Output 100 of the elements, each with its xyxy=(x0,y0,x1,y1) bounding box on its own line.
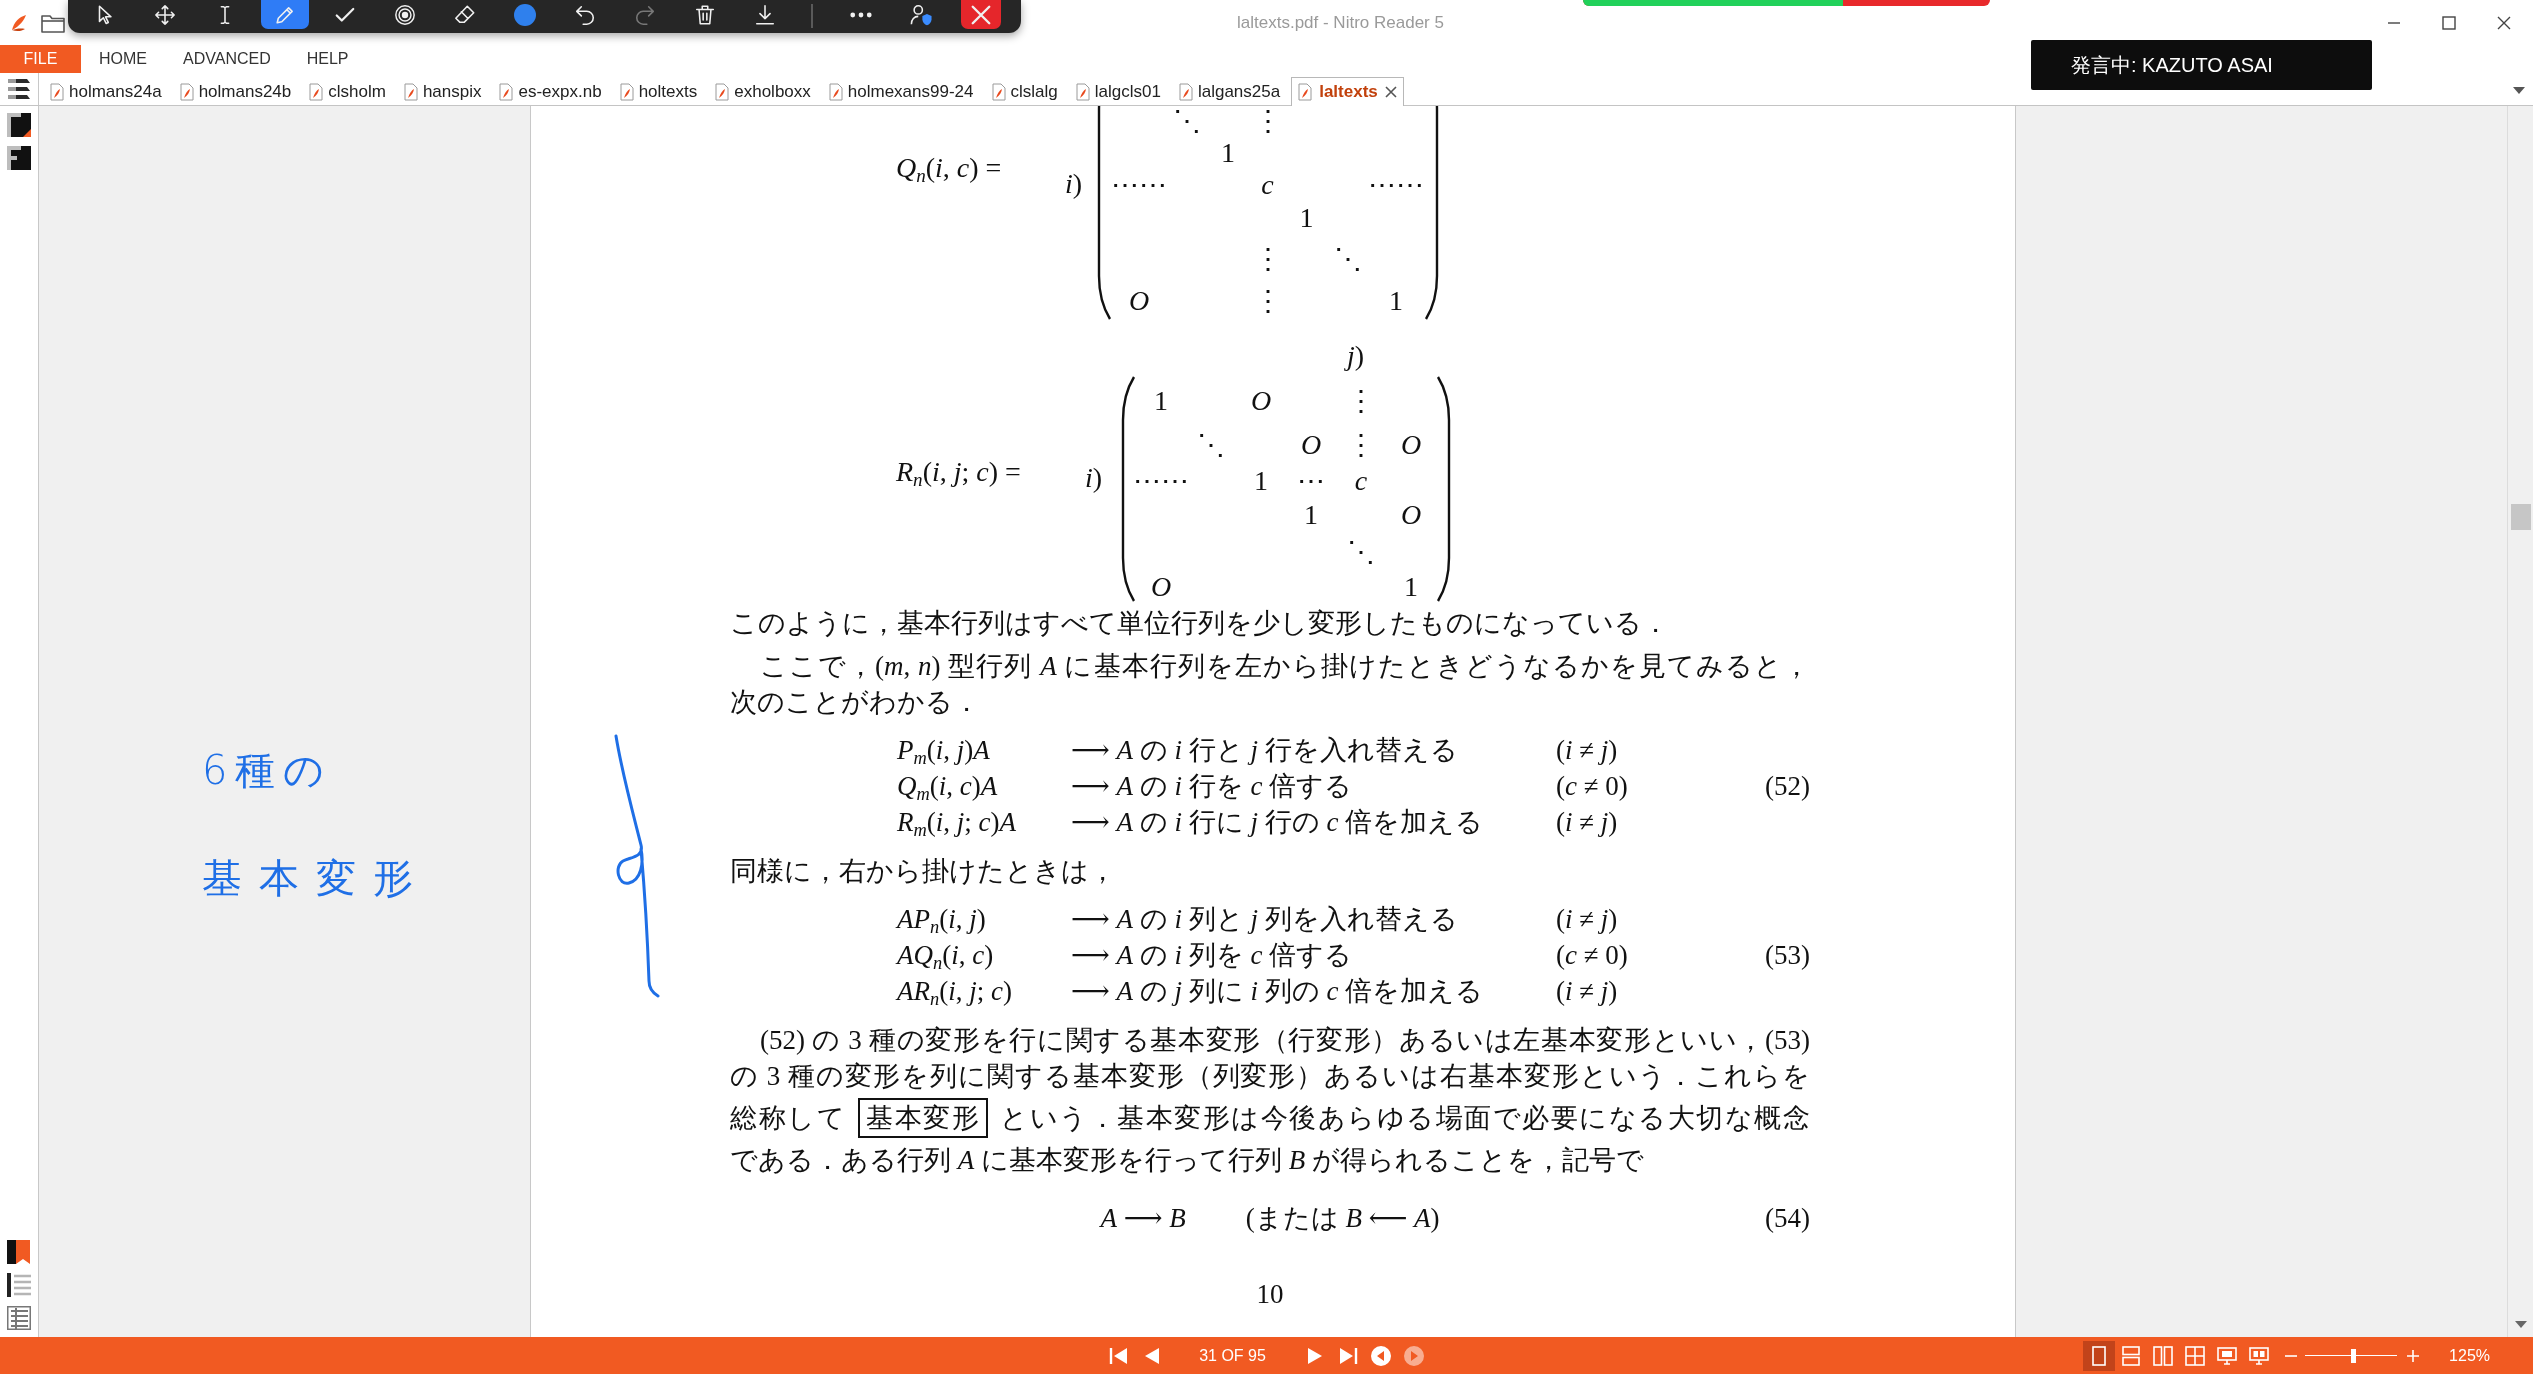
paragraph-text: ここで，(m, n) 型行列 A に基本行列を左から掛けたときどうなるかを見てみると， xyxy=(759,651,1810,681)
document-tab[interactable]: clsholm xyxy=(302,77,393,105)
pdf-file-icon xyxy=(1075,82,1090,101)
matrix-entry: c xyxy=(1354,465,1368,496)
handwritten-note: 基本変形 xyxy=(202,854,430,903)
menu-tab[interactable]: HOME xyxy=(81,45,165,73)
stacked-bars-icon[interactable] xyxy=(7,78,31,100)
document-tab[interactable]: exholboxx xyxy=(708,77,818,105)
two-pages-icon xyxy=(2153,1345,2174,1366)
first-page-icon[interactable] xyxy=(1109,1345,1130,1366)
bookmark-icon[interactable] xyxy=(7,1240,31,1264)
framed-keyword: 基本変形 xyxy=(858,1098,989,1138)
matrix-entry: ⋯⋯ xyxy=(1133,465,1189,496)
last-page-icon[interactable] xyxy=(1337,1345,1358,1366)
matrix-entry: O xyxy=(1300,430,1322,460)
matrix-entry: O xyxy=(1400,499,1422,530)
matrix-entry: ⋱ xyxy=(1347,537,1375,567)
equation-lhs: P$_{m}$(i, j)A xyxy=(897,734,991,768)
document-tab[interactable]: es-expx.nb xyxy=(492,77,609,105)
equation-number: (52) xyxy=(1765,770,1810,803)
zoom-slider-thumb[interactable] xyxy=(2350,1348,2356,1363)
folder-icon[interactable] xyxy=(41,12,65,33)
matrix-entry: 1 xyxy=(1389,286,1403,316)
caret-down-icon[interactable] xyxy=(2513,87,2525,95)
paragraph-text: という．基本変形は今後あらゆる場面で必要になる大切な概念 xyxy=(1000,1103,1810,1133)
window-title: laltexts.pdf - Nitro Reader 5 xyxy=(1237,12,1444,33)
equation-condition: (i ≠ j) xyxy=(1556,806,1619,839)
pdf-file-icon xyxy=(50,82,64,101)
document-tab[interactable]: laltexts xyxy=(1291,77,1404,106)
user-shield-icon xyxy=(910,3,932,26)
zoom-in-icon[interactable] xyxy=(2407,1349,2420,1362)
matrix-entry: ⋮ xyxy=(1253,244,1282,274)
dark-page-icon[interactable] xyxy=(7,113,31,137)
equation-rhs: ⟶ A の i 列を c 倍する xyxy=(1071,939,1354,972)
grid-pages-icon xyxy=(2185,1345,2206,1366)
pdf-file-icon xyxy=(403,82,418,101)
matrix-entry: ⋮ xyxy=(1253,106,1282,136)
equation-condition: (i ≠ j) xyxy=(1556,903,1619,936)
document-tab[interactable]: lalgcls01 xyxy=(1068,77,1168,105)
vertical-scrollbar[interactable] xyxy=(2507,106,2533,1337)
pdf-file-icon xyxy=(179,82,194,101)
paragraph-text: このように，基本行列はすべて単位行列を少し変形したものになっている． xyxy=(730,608,1669,638)
download-icon xyxy=(754,3,776,26)
document-tab[interactable]: holmans24b xyxy=(172,77,299,105)
equation-lhs: Q$_{m}$(i, c)A xyxy=(897,770,999,804)
more-icon xyxy=(850,11,872,18)
matrix-entry: 1 xyxy=(1154,385,1168,416)
menu-tab[interactable]: HELP xyxy=(288,45,367,73)
paragraph-text: 総称して xyxy=(730,1103,847,1133)
page-indicator: 31 OF 95 xyxy=(1199,1346,1266,1365)
monitor-icon xyxy=(2217,1345,2238,1366)
pdf-file-icon xyxy=(1298,83,1313,101)
document-tab[interactable]: holmans24a xyxy=(43,77,169,105)
scroll-down-icon[interactable] xyxy=(2514,1321,2527,1329)
equation-rhs: ⟶ A の i 列と j 列を入れ替える xyxy=(1071,903,1459,936)
zoom-level: 125% xyxy=(2449,1346,2490,1365)
paragraph-text: 同様に，右から掛けたときは， xyxy=(730,856,1116,886)
equation-rhs: ⟶ A の j 列に i 列の c 倍を加える xyxy=(1071,975,1485,1008)
equation-lhs: AP$_{n}$(i, j) xyxy=(897,903,987,937)
document-tab[interactable]: hanspix xyxy=(396,77,489,105)
matrix-entry: O xyxy=(1250,385,1272,416)
close-toolbar-button[interactable] xyxy=(961,0,1001,29)
equation-condition: (i ≠ j) xyxy=(1556,975,1619,1008)
matrix-entry: ⋯⋯ xyxy=(1368,170,1424,200)
equation-number: (53) xyxy=(1765,939,1810,972)
equation-label: R$_{n}$(i, j; c) = xyxy=(896,455,1022,490)
page-number: 10 xyxy=(1256,1279,1284,1309)
close-window-icon[interactable] xyxy=(2497,15,2511,30)
table-list-icon[interactable] xyxy=(7,1306,31,1330)
maximize-icon[interactable] xyxy=(2442,15,2456,30)
list-icon[interactable] xyxy=(7,1273,31,1297)
matrix-entry: ⋮ xyxy=(1347,430,1375,460)
matrix-entry: 1 xyxy=(1221,138,1235,168)
matrix-entry: ⋯⋯ xyxy=(1111,170,1167,200)
pen-tool-button[interactable] xyxy=(261,0,309,29)
matrix-entry: 1 xyxy=(1299,203,1314,233)
paragraph-text: である．ある行列 A に基本変形を行って行列 B が得られることを，記号で xyxy=(730,1145,1644,1175)
dark-panel-icon[interactable] xyxy=(7,146,31,170)
formula-text: (または B ⟵ A) xyxy=(1245,1202,1440,1235)
equation-rhs: ⟶ A の i 行と j 行を入れ替える xyxy=(1071,734,1459,767)
zoom-out-icon[interactable] xyxy=(2285,1354,2298,1357)
tab-close-icon[interactable] xyxy=(1384,86,1397,98)
document-tab[interactable]: lalgans25a xyxy=(1171,77,1288,105)
document-tab[interactable]: holmexans99-24 xyxy=(821,77,981,105)
matrix-entry: ⋯ xyxy=(1297,465,1325,496)
document-tab[interactable]: clslalg xyxy=(984,77,1065,105)
matrix-entry: ⋱ xyxy=(1172,106,1201,136)
matrix-entry: 1 xyxy=(1304,499,1318,530)
formula-text: A ⟶ B xyxy=(1100,1202,1186,1235)
equation-condition: (c ≠ 0) xyxy=(1556,770,1628,803)
monitor-pages-icon xyxy=(2249,1345,2270,1366)
scrollbar-thumb[interactable] xyxy=(2510,504,2531,530)
document-tab[interactable]: holtexts xyxy=(612,77,705,105)
menu-tab[interactable]: ADVANCED xyxy=(165,45,289,73)
redo-icon xyxy=(634,3,656,26)
matrix-entry: 1 xyxy=(1254,465,1268,496)
move-arrows-icon xyxy=(154,3,176,26)
pdf-file-icon xyxy=(309,82,324,101)
matrix-entry: ⋱ xyxy=(1333,244,1362,274)
single-page-view-button[interactable] xyxy=(2083,1340,2116,1371)
